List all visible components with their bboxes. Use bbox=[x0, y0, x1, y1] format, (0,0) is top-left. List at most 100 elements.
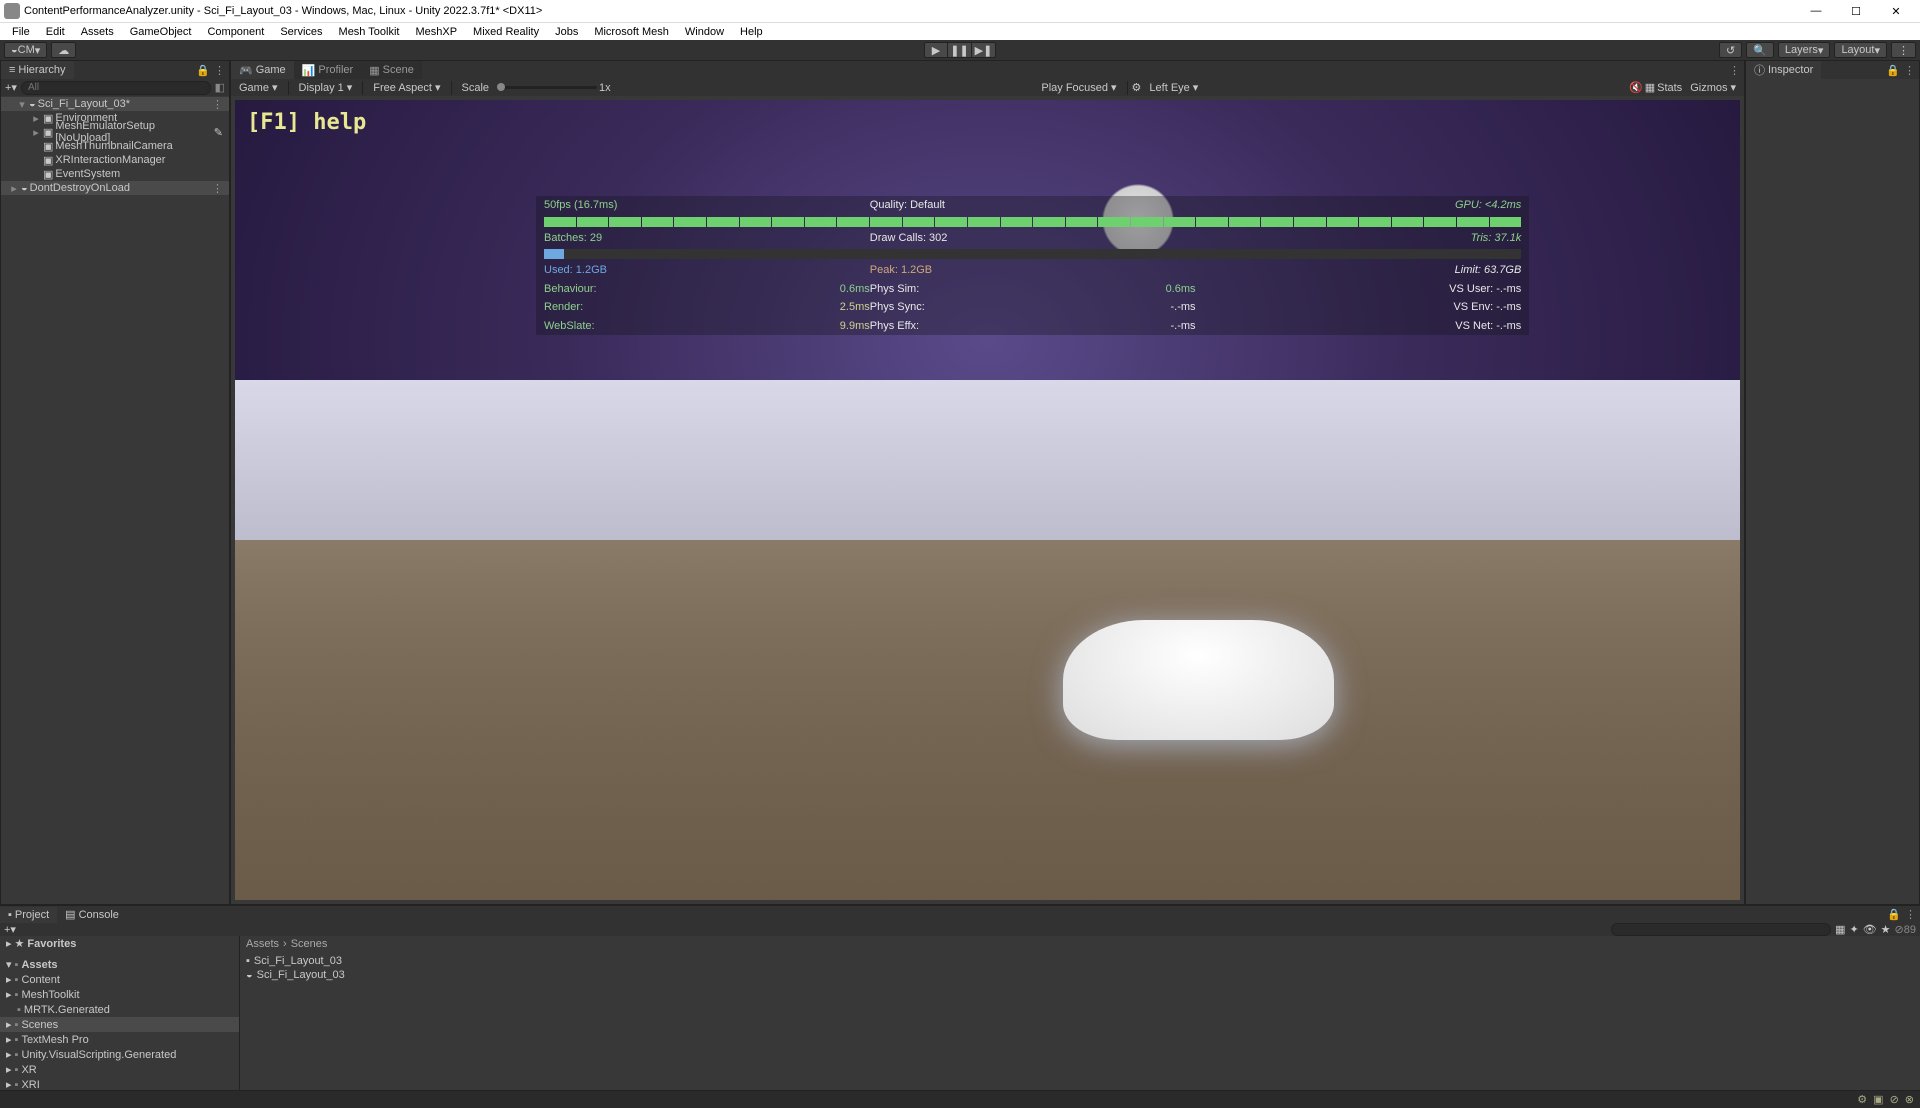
tab-console[interactable]: ▤ Console bbox=[57, 906, 127, 923]
hierarchy-tab[interactable]: ≡ Hierarchy bbox=[1, 61, 74, 79]
panel-menu-icon[interactable]: ⋮ bbox=[1904, 64, 1915, 77]
tab-scene[interactable]: ▦ Scene bbox=[361, 61, 422, 79]
menu-edit[interactable]: Edit bbox=[38, 26, 73, 38]
asset-row[interactable]: ▪Sci_Fi_Layout_03 bbox=[246, 954, 1914, 968]
asset-row[interactable]: ◒Sci_Fi_Layout_03 bbox=[246, 968, 1914, 982]
favorites-row[interactable]: ▸ ★ Favorites bbox=[0, 936, 239, 951]
gear-icon[interactable]: ⚙ bbox=[1132, 81, 1142, 94]
breadcrumb-item[interactable]: Assets bbox=[246, 938, 279, 950]
tree-row[interactable]: ▸ ▪ Content bbox=[0, 972, 239, 987]
mem-bar bbox=[544, 249, 1521, 259]
tree-scene-row[interactable]: ▾◒ Sci_Fi_Layout_03*⋮ bbox=[1, 97, 229, 111]
kebab-icon[interactable]: ⋮ bbox=[212, 98, 229, 111]
tree-row[interactable]: ▸▣ MeshEmulatorSetup [NoUpload]✎ bbox=[1, 125, 229, 139]
gizmos-dropdown[interactable]: Gizmos ▾ bbox=[1684, 81, 1742, 94]
perf-stats-overlay: 50fps (16.7ms)Quality: DefaultGPU: <4.2m… bbox=[536, 196, 1529, 335]
panel-menu-icon[interactable]: ⋮ bbox=[1729, 64, 1740, 77]
account-dropdown[interactable]: ◒ CM ▾ bbox=[4, 42, 47, 58]
menu-assets[interactable]: Assets bbox=[73, 26, 122, 38]
tab-profiler[interactable]: 📊 Profiler bbox=[294, 61, 362, 79]
menu-help[interactable]: Help bbox=[732, 26, 771, 38]
tree-row[interactable]: ▸ ▪ TextMesh Pro bbox=[0, 1032, 239, 1047]
panel-menu-icon[interactable]: ⋮ bbox=[214, 64, 225, 77]
breadcrumb-item[interactable]: Scenes bbox=[291, 938, 328, 950]
menu-component[interactable]: Component bbox=[199, 26, 272, 38]
unity-logo-icon bbox=[4, 3, 20, 19]
display-dropdown[interactable]: Display 1 ▾ bbox=[293, 81, 359, 94]
status-icon[interactable]: ⚙ bbox=[1857, 1093, 1867, 1106]
hierarchy-search-input[interactable] bbox=[21, 81, 211, 95]
menu-window[interactable]: Window bbox=[677, 26, 732, 38]
layout-dropdown[interactable]: Layout ▾ bbox=[1834, 42, 1887, 58]
window-titlebar: ContentPerformanceAnalyzer.unity - Sci_F… bbox=[0, 0, 1920, 22]
mute-icon[interactable]: 🔇 bbox=[1629, 81, 1643, 94]
pause-button[interactable]: ❚❚ bbox=[948, 42, 972, 58]
folder-icon: ▪ bbox=[246, 955, 250, 967]
project-search-input[interactable] bbox=[1611, 923, 1831, 936]
minimize-button[interactable]: — bbox=[1796, 1, 1836, 21]
create-dropdown[interactable]: +▾ bbox=[5, 81, 17, 94]
kebab-icon[interactable]: ⋮ bbox=[212, 182, 229, 195]
create-dropdown[interactable]: +▾ bbox=[4, 923, 16, 936]
search-by-type-icon[interactable]: ▦ bbox=[1835, 923, 1845, 936]
aspect-dropdown[interactable]: Free Aspect ▾ bbox=[367, 81, 446, 94]
hidden-count: ⊘89 bbox=[1895, 923, 1916, 936]
game-viewport[interactable]: [F1] help 50fps (16.7ms)Quality: Default… bbox=[235, 100, 1740, 900]
status-icon[interactable]: ▣ bbox=[1873, 1093, 1883, 1106]
tree-row[interactable]: ▸ ▪ Scenes bbox=[0, 1017, 239, 1032]
menu-meshxp[interactable]: MeshXP bbox=[407, 26, 465, 38]
game-mode-dropdown[interactable]: Game ▾ bbox=[233, 81, 284, 94]
eye-dropdown[interactable]: Left Eye ▾ bbox=[1143, 81, 1204, 94]
tree-row[interactable]: ▸ ▪ Unity.VisualScripting.Generated bbox=[0, 1047, 239, 1062]
panel-lock-icon[interactable]: 🔒 bbox=[1887, 908, 1901, 921]
menu-microsoftmesh[interactable]: Microsoft Mesh bbox=[586, 26, 677, 38]
scale-label: Scale bbox=[456, 82, 496, 94]
search-button[interactable]: 🔍 bbox=[1746, 42, 1774, 58]
undo-history-button[interactable]: ↺ bbox=[1719, 42, 1742, 58]
play-focused-dropdown[interactable]: Play Focused ▾ bbox=[1035, 81, 1122, 94]
status-icon[interactable]: ⊘ bbox=[1890, 1093, 1899, 1106]
unity-scene-icon: ◒ bbox=[246, 969, 253, 981]
search-by-label-icon[interactable]: ✦ bbox=[1849, 923, 1858, 936]
stats-grid-icon[interactable]: ▦ bbox=[1645, 81, 1655, 94]
tree-scene-row[interactable]: ▸◒ DontDestroyOnLoad⋮ bbox=[1, 181, 229, 195]
layers-dropdown[interactable]: Layers ▾ bbox=[1778, 42, 1831, 58]
menu-mixedreality[interactable]: Mixed Reality bbox=[465, 26, 547, 38]
scene-table bbox=[1063, 620, 1334, 740]
close-button[interactable]: ✕ bbox=[1876, 1, 1916, 21]
menu-file[interactable]: File bbox=[4, 26, 38, 38]
panel-lock-icon[interactable]: 🔒 bbox=[196, 64, 210, 77]
tree-row[interactable]: ▾ ▪ Assets bbox=[0, 957, 239, 972]
step-button[interactable]: ▶❚ bbox=[972, 42, 996, 58]
tree-row[interactable]: ▸ ▪ MeshToolkit bbox=[0, 987, 239, 1002]
panel-menu-icon[interactable]: ⋮ bbox=[1905, 908, 1916, 921]
hidden-packages-icon[interactable]: 👁 bbox=[1863, 923, 1877, 936]
menu-services[interactable]: Services bbox=[272, 26, 330, 38]
hierarchy-panel: ≡ Hierarchy 🔒 ⋮ +▾ ◧ ▾◒ Sci_Fi_Layout_03*… bbox=[0, 60, 230, 905]
tab-game[interactable]: 🎮 Game bbox=[231, 61, 294, 79]
scale-slider[interactable] bbox=[497, 86, 597, 89]
inspector-tab[interactable]: ⓘ Inspector bbox=[1746, 61, 1821, 79]
menu-meshtoolkit[interactable]: Mesh Toolkit bbox=[331, 26, 408, 38]
hierarchy-search-filter-icon[interactable]: ◧ bbox=[215, 81, 225, 94]
tree-row[interactable]: ▣ EventSystem bbox=[1, 167, 229, 181]
menu-jobs[interactable]: Jobs bbox=[547, 26, 586, 38]
pencil-icon[interactable]: ✎ bbox=[214, 126, 229, 139]
tree-row[interactable]: ▣ XRInteractionManager bbox=[1, 153, 229, 167]
toolbar-kebab[interactable]: ⋮ bbox=[1891, 42, 1916, 58]
tree-row[interactable]: ▪ MRTK.Generated bbox=[0, 1002, 239, 1017]
stats-toggle[interactable]: Stats bbox=[1657, 82, 1682, 94]
fps-bar bbox=[544, 217, 1521, 227]
panel-lock-icon[interactable]: 🔒 bbox=[1886, 64, 1900, 77]
menu-gameobject[interactable]: GameObject bbox=[122, 26, 200, 38]
menu-bar: File Edit Assets GameObject Component Se… bbox=[0, 22, 1920, 40]
window-title: ContentPerformanceAnalyzer.unity - Sci_F… bbox=[24, 5, 542, 17]
favorite-icon[interactable]: ★ bbox=[1881, 923, 1891, 936]
cloud-button[interactable]: ☁ bbox=[51, 42, 76, 58]
inspector-panel: ⓘ Inspector 🔒 ⋮ bbox=[1745, 60, 1920, 905]
status-icon[interactable]: ⊗ bbox=[1905, 1093, 1914, 1106]
play-button[interactable]: ▶ bbox=[924, 42, 948, 58]
tree-row[interactable]: ▸ ▪ XR bbox=[0, 1062, 239, 1077]
maximize-button[interactable]: ☐ bbox=[1836, 1, 1876, 21]
tab-project[interactable]: ▪ Project bbox=[0, 907, 57, 923]
